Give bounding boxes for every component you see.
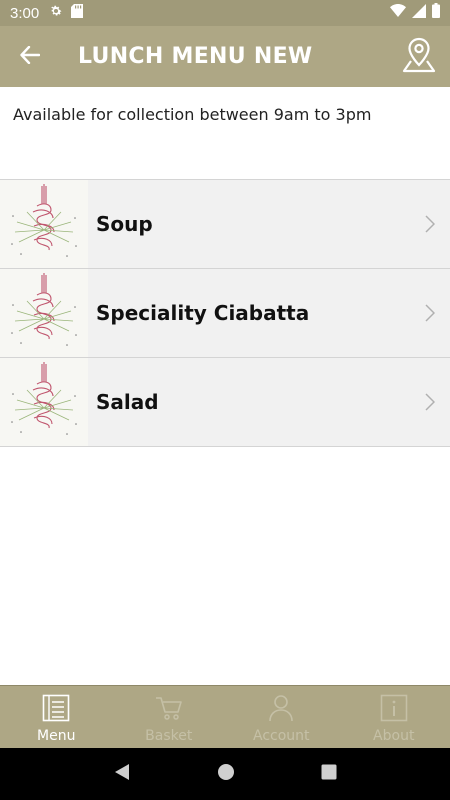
nav-label: About	[373, 728, 415, 744]
page-title: LUNCH MENU NEW	[78, 44, 313, 69]
system-nav-bar	[0, 748, 450, 800]
nav-label: Account	[252, 728, 310, 744]
app-bar: LUNCH MENU NEW	[0, 26, 450, 87]
nav-account-tab[interactable]: Account	[225, 686, 338, 748]
nav-label: Menu	[37, 728, 76, 744]
nav-about-tab[interactable]: About	[338, 686, 450, 748]
menu-item-label: Salad	[96, 390, 159, 414]
menu-item-label: Speciality Ciabatta	[96, 301, 310, 325]
nav-label: Basket	[145, 728, 193, 744]
battery-icon	[432, 3, 440, 23]
signal-icon	[412, 3, 426, 23]
collection-info-text: Available for collection between 9am to …	[13, 105, 372, 124]
menu-item-soup[interactable]: Soup	[0, 180, 450, 269]
map-pin-icon	[402, 37, 436, 77]
home-circle-icon[interactable]	[217, 763, 235, 785]
bottom-nav: Menu Basket Account About	[0, 685, 450, 748]
chevron-right-icon	[410, 215, 450, 233]
sd-card-icon	[71, 3, 84, 23]
location-button[interactable]	[388, 26, 450, 87]
gear-icon	[49, 4, 63, 23]
person-icon	[267, 694, 295, 726]
brand-illustration-icon	[0, 180, 88, 268]
back-triangle-icon[interactable]	[113, 763, 131, 785]
nav-menu-tab[interactable]: Menu	[0, 686, 113, 748]
menu-category-list: Soup Speciality Ciabatta Salad	[0, 179, 450, 447]
info-icon	[380, 694, 408, 726]
status-time: 3:00	[10, 4, 40, 22]
brand-illustration-icon	[0, 358, 88, 446]
brand-illustration-icon	[0, 269, 88, 357]
arrow-left-icon	[20, 45, 41, 68]
menu-item-speciality-ciabatta[interactable]: Speciality Ciabatta	[0, 269, 450, 358]
wifi-icon	[390, 4, 406, 22]
menu-item-label: Soup	[96, 212, 153, 236]
chevron-right-icon	[410, 304, 450, 322]
status-bar: 3:00	[0, 0, 450, 26]
recents-square-icon[interactable]	[321, 764, 337, 784]
menu-item-salad[interactable]: Salad	[0, 358, 450, 447]
chevron-right-icon	[410, 393, 450, 411]
menu-list-icon	[42, 694, 70, 726]
cart-icon	[155, 694, 183, 726]
nav-basket-tab[interactable]: Basket	[113, 686, 226, 748]
back-button[interactable]	[0, 26, 60, 87]
